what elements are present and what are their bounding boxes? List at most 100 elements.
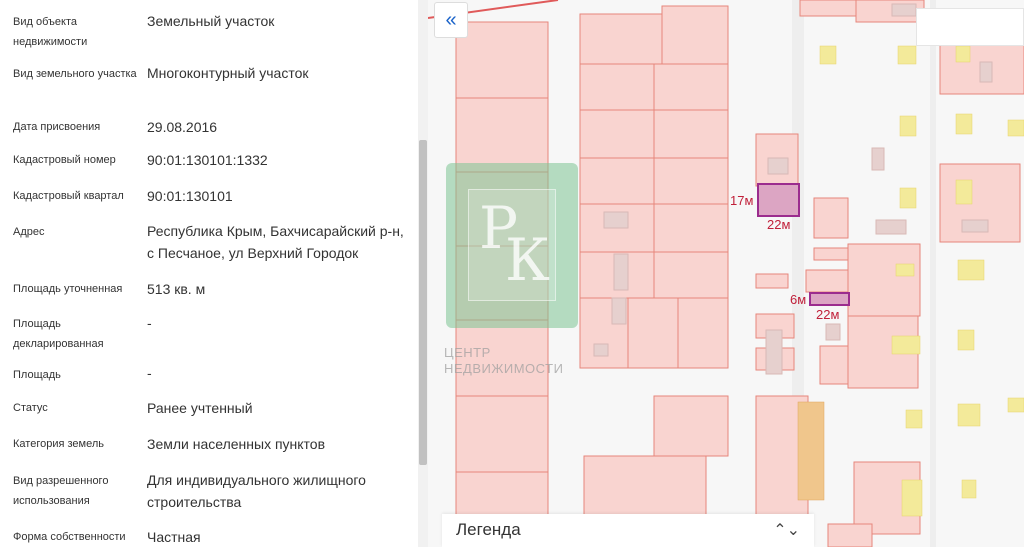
- orange-structure: [797, 401, 825, 501]
- building: [765, 329, 783, 375]
- parcel[interactable]: [819, 345, 851, 385]
- collapse-panel-button[interactable]: «: [434, 2, 468, 38]
- yellow-structure: [899, 115, 917, 137]
- yellow-structure: [957, 259, 985, 281]
- building: [979, 61, 993, 83]
- chevron-up-down-icon[interactable]: ⌃⌄: [773, 520, 800, 540]
- detail-value[interactable]: 90:01:130101:1332: [147, 149, 409, 171]
- detail-label: Площадь: [13, 369, 61, 381]
- yellow-structure: [961, 479, 977, 499]
- yellow-structure: [895, 263, 915, 277]
- yellow-structure: [955, 113, 973, 135]
- parcel[interactable]: [653, 157, 729, 205]
- logo-caption: ЦЕНТР НЕДВИЖИМОСТИ: [444, 345, 563, 377]
- building: [603, 211, 629, 229]
- detail-value: Многоконтурный участок: [147, 65, 309, 81]
- logo-caption-line-2: НЕДВИЖИМОСТИ: [444, 361, 564, 376]
- parcel[interactable]: [813, 247, 849, 261]
- parcel[interactable]: [579, 157, 655, 205]
- yellow-structure: [957, 329, 975, 351]
- building: [871, 147, 885, 171]
- detail-label: Кадастровый номер: [13, 154, 116, 166]
- building: [891, 3, 917, 17]
- parcel[interactable]: [579, 109, 655, 159]
- parcel[interactable]: [827, 523, 873, 547]
- detail-row-address: Адрес Республика Крым, Бахчисарайский р-…: [0, 220, 418, 266]
- detail-row-permitted-use: Вид разрешенного использования Для индив…: [0, 469, 418, 515]
- building: [767, 157, 789, 175]
- detail-row-assign-date: Дата присвоения 29.08.2016: [0, 116, 418, 138]
- detail-label: Вид земельного участка: [13, 68, 137, 80]
- plot1-length-label: 22м: [767, 217, 791, 232]
- selected-parcel-contour-2[interactable]: [809, 292, 850, 306]
- parcel[interactable]: [579, 63, 655, 111]
- parcel[interactable]: [653, 251, 729, 299]
- map-search-box[interactable]: [916, 8, 1024, 46]
- parcel[interactable]: [455, 21, 549, 99]
- detail-row-ownership: Форма собственности Частная: [0, 526, 418, 547]
- parcel[interactable]: [627, 297, 679, 369]
- detail-row-area-specified: Площадь уточненная 513 кв. м: [0, 278, 418, 300]
- detail-label: Кадастровый квартал: [13, 190, 124, 202]
- detail-label: Дата присвоения: [13, 121, 101, 133]
- detail-label: Вид объекта недвижимости: [13, 16, 88, 48]
- yellow-structure: [955, 45, 971, 63]
- detail-label: Адрес: [13, 226, 45, 238]
- legend-title: Легенда: [456, 520, 521, 539]
- building: [825, 323, 841, 341]
- parcel[interactable]: [813, 197, 849, 239]
- detail-label: Вид разрешенного использования: [13, 475, 109, 507]
- parcel[interactable]: [455, 97, 549, 173]
- parcel[interactable]: [677, 297, 729, 369]
- yellow-structure: [819, 45, 837, 65]
- detail-label: Площадь декларированная: [13, 318, 104, 350]
- detail-row-area: Площадь -: [0, 364, 418, 386]
- yellow-structure: [899, 187, 917, 209]
- yellow-structure: [901, 479, 923, 517]
- building: [611, 297, 627, 325]
- center-nedvizhimosti-logo: Р К: [446, 163, 578, 328]
- details-scrollbar-thumb[interactable]: [419, 140, 427, 465]
- yellow-structure: [897, 45, 917, 65]
- parcel[interactable]: [799, 0, 857, 17]
- detail-row-parcel-type: Вид земельного участка Многоконтурный уч…: [0, 62, 418, 106]
- parcel[interactable]: [805, 269, 851, 293]
- yellow-structure: [955, 179, 973, 205]
- detail-value: -: [147, 365, 152, 381]
- parcel[interactable]: [653, 395, 729, 457]
- detail-value: 513 кв. м: [147, 281, 206, 297]
- parcel[interactable]: [755, 273, 789, 289]
- detail-row-cadastral-quarter: Кадастровый квартал 90:01:130101: [0, 185, 418, 207]
- detail-row-status: Статус Ранее учтенный: [0, 397, 418, 419]
- yellow-structure: [905, 409, 923, 429]
- detail-row-area-declared: Площадь декларированная -: [0, 312, 418, 356]
- detail-value: Республика Крым, Бахчисарайский р-н, с П…: [147, 223, 404, 261]
- detail-value: Земли населенных пунктов: [147, 436, 326, 452]
- parcel[interactable]: [661, 5, 729, 65]
- logo-caption-line-1: ЦЕНТР: [444, 345, 491, 360]
- parcel[interactable]: [847, 243, 921, 317]
- detail-label: Статус: [13, 402, 48, 414]
- building: [875, 219, 907, 235]
- detail-row-land-category: Категория земель Земли населенных пункто…: [0, 433, 418, 455]
- parcel[interactable]: [653, 109, 729, 159]
- plot2-width-label: 6м: [790, 292, 807, 307]
- legend-panel[interactable]: Легенда ⌃⌄: [442, 514, 814, 547]
- detail-value[interactable]: 90:01:130101: [147, 185, 409, 207]
- yellow-structure: [1007, 119, 1024, 137]
- plot1-width-label: 17м: [730, 193, 754, 208]
- plot2-length-label: 22м: [816, 307, 840, 322]
- detail-label: Площадь уточненная: [13, 283, 123, 295]
- detail-row-cadastral-number: Кадастровый номер 90:01:130101:1332: [0, 149, 418, 171]
- parcel[interactable]: [579, 13, 663, 65]
- double-chevron-left-icon: «: [445, 8, 457, 31]
- road: [930, 0, 936, 547]
- selected-parcel-contour-1[interactable]: [757, 183, 800, 217]
- parcel[interactable]: [653, 63, 729, 111]
- building: [961, 219, 989, 233]
- parcel[interactable]: [653, 203, 729, 253]
- detail-value: Земельный участок: [147, 13, 275, 29]
- detail-label: Форма собственности: [13, 531, 126, 543]
- parcel[interactable]: [455, 395, 549, 473]
- logo-letter-k: К: [505, 226, 550, 294]
